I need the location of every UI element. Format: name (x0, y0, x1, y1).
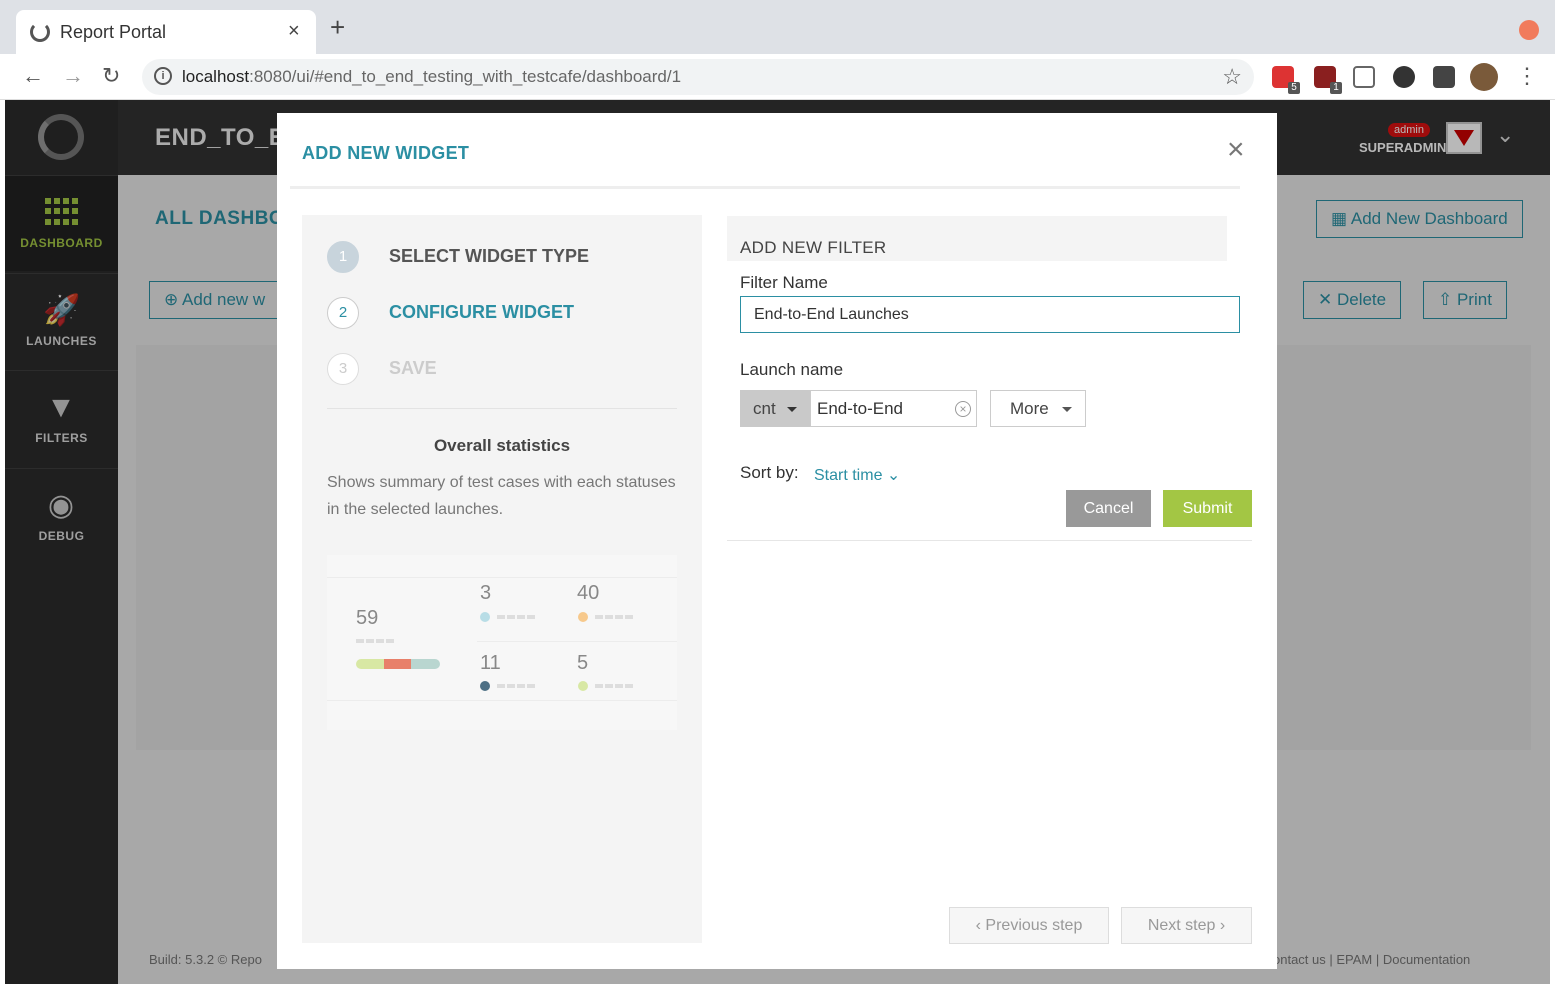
filter-divider (727, 540, 1252, 541)
preview-bar-segment (383, 659, 412, 669)
preview-gridline (477, 641, 677, 642)
preview-dot (480, 612, 490, 622)
site-info-icon[interactable]: i (154, 67, 172, 85)
step-number: 2 (327, 297, 359, 329)
preview-gridline (327, 577, 677, 578)
more-label: More (1010, 399, 1049, 418)
condition-value: cnt (753, 399, 776, 418)
pocket-icon[interactable] (1353, 66, 1375, 88)
launch-name-label: Launch name (740, 360, 844, 379)
puzzle-icon[interactable] (1433, 66, 1455, 88)
preview-dot (578, 612, 588, 622)
preview-total: 59 (356, 607, 379, 629)
browser-toolbar: ← → ↻ i localhost:8080/ui/#end_to_end_te… (0, 54, 1555, 100)
step-label: SAVE (389, 358, 437, 378)
filter-name-input[interactable]: End-to-End Launches (740, 296, 1240, 333)
browser-tab[interactable]: Report Portal × (16, 10, 316, 54)
caret-down-icon (787, 407, 797, 412)
forward-icon[interactable]: → (62, 64, 84, 88)
preview-value: 40 (577, 582, 600, 604)
add-widget-modal: ADD NEW WIDGET × 1 SELECT WIDGET TYPE 2 … (277, 113, 1277, 969)
new-tab-icon[interactable]: + (330, 14, 345, 40)
preview-gridline (327, 700, 677, 701)
browser-menu-icon[interactable]: ⋮ (1516, 64, 1538, 88)
preview-value: 11 (480, 652, 501, 674)
back-icon[interactable]: ← (22, 64, 44, 88)
profile-avatar[interactable] (1470, 63, 1498, 91)
tab-title: Report Portal (60, 22, 167, 42)
preview-dash (497, 615, 535, 619)
close-icon[interactable]: × (1227, 135, 1245, 165)
preview-bar (356, 659, 440, 669)
preview-dash (356, 639, 394, 643)
ext-badge: 5 (1288, 82, 1300, 94)
step-number: 1 (327, 241, 359, 273)
submit-button[interactable]: Submit (1163, 490, 1252, 527)
step-number: 3 (327, 353, 359, 385)
address-bar[interactable]: i localhost:8080/ui/#end_to_end_testing_… (142, 59, 1254, 95)
caret-down-icon (1062, 407, 1072, 412)
previous-step-button[interactable]: ‹ Previous step (949, 907, 1109, 944)
cancel-button[interactable]: Cancel (1066, 490, 1151, 527)
sort-by-label: Sort by: (740, 463, 799, 482)
url-text: localhost:8080/ui/#end_to_end_testing_wi… (182, 67, 681, 87)
ext-red-icon[interactable]: 5 (1272, 66, 1300, 94)
sort-by-dropdown[interactable]: Start time ⌄ (814, 465, 900, 485)
preview-value: 3 (480, 582, 492, 604)
steps-divider (327, 408, 677, 409)
url-path: :8080/ui/#end_to_end_testing_with_testca… (249, 67, 682, 86)
preview-dash (595, 615, 633, 619)
tab-close-icon[interactable]: × (288, 20, 300, 43)
bookmark-star-icon[interactable]: ☆ (1222, 64, 1242, 90)
cloud-icon[interactable] (1393, 66, 1415, 88)
widget-type-description: Shows summary of test cases with each st… (327, 474, 676, 518)
wizard-steps-panel: 1 SELECT WIDGET TYPE 2 CONFIGURE WIDGET … (302, 215, 702, 943)
add-filter-panel: ADD NEW FILTER (727, 216, 1227, 261)
launch-name-input[interactable]: End-to-End × (810, 390, 977, 427)
ext-badge: 1 (1330, 82, 1342, 94)
preview-bar-segment (356, 659, 384, 669)
preview-dash (497, 684, 535, 688)
ext-shield-icon[interactable]: 1 (1314, 66, 1342, 94)
more-filters-button[interactable]: More (990, 390, 1086, 427)
clear-input-icon[interactable]: × (955, 401, 971, 417)
step-label: CONFIGURE WIDGET (389, 302, 574, 322)
widget-type-name: Overall statistics (433, 436, 571, 455)
launch-name-value: End-to-End (817, 399, 903, 418)
modal-divider (290, 186, 1240, 189)
preview-dot (480, 681, 490, 691)
browser-tab-bar: Report Portal × + (0, 0, 1555, 54)
report-portal-favicon-icon (30, 22, 50, 42)
reload-icon[interactable]: ↻ (102, 64, 120, 88)
condition-select[interactable]: cnt (740, 390, 810, 427)
window-close-icon[interactable] (1519, 20, 1539, 40)
next-step-button[interactable]: Next step › (1121, 907, 1252, 944)
preview-bar-segment (411, 659, 440, 669)
preview-value: 5 (577, 652, 589, 674)
step-label: SELECT WIDGET TYPE (389, 246, 590, 266)
modal-title: ADD NEW WIDGET (302, 143, 470, 163)
filter-name-label: Filter Name (740, 273, 828, 292)
preview-dot (578, 681, 588, 691)
preview-dash (595, 684, 633, 688)
url-host: localhost (182, 67, 250, 86)
widget-preview: 59 3 40 11 5 (327, 555, 677, 730)
filter-heading: ADD NEW FILTER (740, 238, 887, 257)
